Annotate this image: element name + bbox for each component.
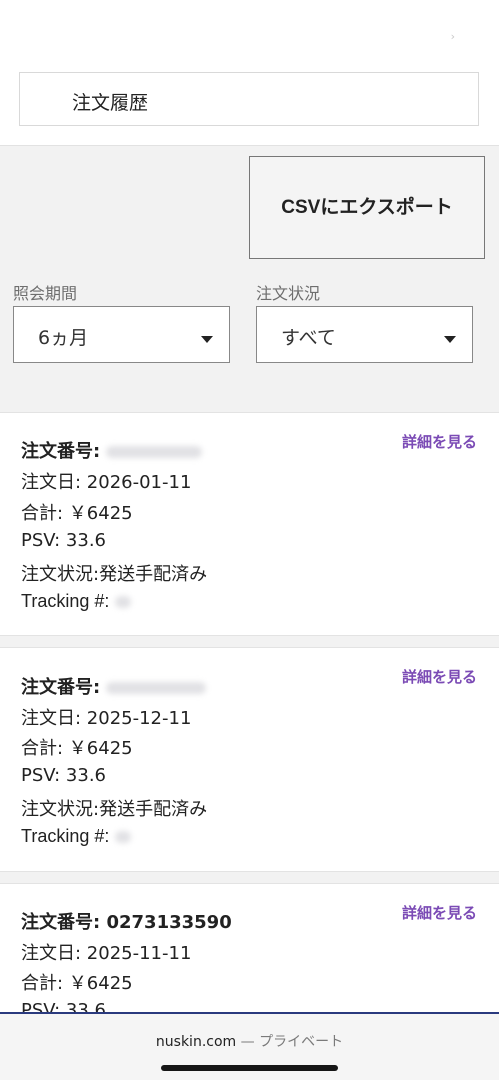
browser-domain-line: nuskin.com — プライベート: [0, 1031, 499, 1051]
period-filter-label: 照会期間: [13, 284, 78, 303]
redacted-order-number: [106, 682, 207, 694]
order-psv: PSV: 33.6: [21, 530, 106, 551]
order-tracking: Tracking #:: [21, 591, 132, 612]
redacted-tracking-number: [115, 831, 132, 843]
order-tracking: Tracking #:: [21, 826, 132, 847]
order-date: 注文日: 2025-11-11: [21, 943, 192, 964]
period-select-value: 6ヵ月: [38, 327, 89, 349]
status-select[interactable]: すべて: [256, 306, 473, 363]
order-card: 注文番号: 注文日: 2026-01-11 合計: ￥6425 PSV: 33.…: [0, 412, 499, 636]
csv-export-button[interactable]: CSVにエクスポート: [249, 156, 485, 259]
order-psv: PSV: 33.6: [21, 765, 106, 786]
private-mode-label: プライベート: [259, 1034, 344, 1050]
browser-separator: —: [240, 1034, 255, 1050]
home-indicator[interactable]: [161, 1065, 338, 1071]
caret-down-icon: [444, 336, 456, 343]
period-select[interactable]: 6ヵ月: [13, 306, 230, 363]
redacted-tracking-number: [115, 596, 132, 608]
order-total: 合計: ￥6425: [21, 738, 133, 759]
order-number: 注文番号:: [21, 437, 203, 463]
order-status: 注文状況:発送手配済み: [21, 564, 208, 585]
browser-address-bar[interactable]: nuskin.com — プライベート: [0, 1012, 499, 1080]
chevron-right-icon[interactable]: ›: [451, 31, 455, 42]
order-status: 注文状況:発送手配済み: [21, 799, 208, 820]
order-card: 注文番号: 注文日: 2025-12-11 合計: ￥6425 PSV: 33.…: [0, 647, 499, 872]
view-details-link[interactable]: 詳細を見る: [402, 666, 477, 687]
order-history-header-box: 注文履歴: [19, 72, 479, 126]
order-date: 注文日: 2026-01-11: [21, 472, 192, 493]
page-title: 注文履歴: [72, 92, 149, 114]
view-details-link[interactable]: 詳細を見る: [402, 431, 477, 452]
order-number: 注文番号:: [21, 673, 207, 699]
status-filter-label: 注文状況: [256, 284, 321, 303]
browser-domain: nuskin.com: [155, 1034, 237, 1050]
redacted-order-number: [106, 446, 203, 458]
order-date: 注文日: 2025-12-11: [21, 708, 192, 729]
status-select-value: すべて: [281, 327, 336, 349]
caret-down-icon: [201, 336, 213, 343]
order-number: 注文番号: 0273133590: [21, 912, 232, 933]
top-header-area: › 注文履歴: [0, 0, 499, 146]
view-details-link[interactable]: 詳細を見る: [402, 902, 477, 923]
order-total: 合計: ￥6425: [21, 503, 133, 524]
order-total: 合計: ￥6425: [21, 973, 133, 994]
